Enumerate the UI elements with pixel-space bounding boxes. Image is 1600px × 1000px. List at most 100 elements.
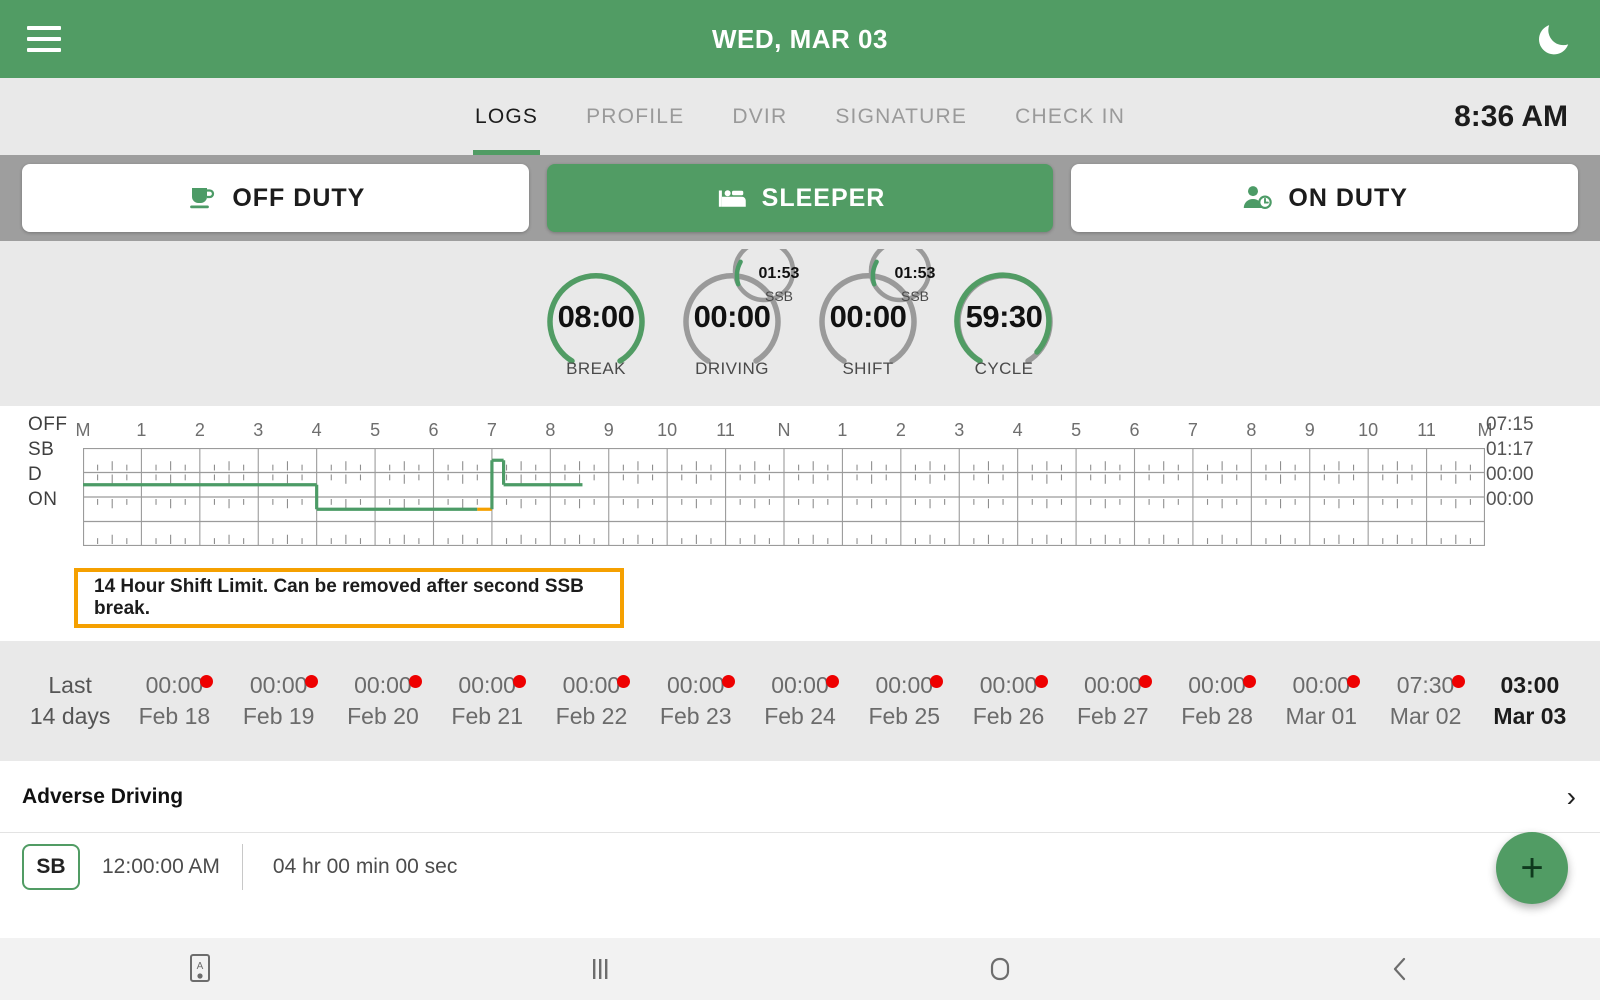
violation-flag-dot bbox=[722, 675, 735, 688]
tab-profile[interactable]: PROFILE bbox=[562, 78, 708, 155]
violation-flag-dot bbox=[930, 675, 943, 688]
tab-logs[interactable]: LOGS bbox=[451, 78, 562, 155]
day-item-7[interactable]: 00:00Feb 25 bbox=[852, 670, 956, 732]
day-item-2[interactable]: 00:00Feb 20 bbox=[331, 670, 435, 732]
adverse-driving-row[interactable]: Adverse Driving › bbox=[0, 761, 1600, 833]
log-entry-duration: 04 hr 00 min 00 sec bbox=[273, 855, 457, 879]
day-item-9[interactable]: 00:00Feb 27 bbox=[1061, 670, 1165, 732]
violation-flag-dot bbox=[826, 675, 839, 688]
log-graph-row-labels: OFF SB D ON bbox=[28, 406, 83, 504]
gauge-cycle-value: 59:30 bbox=[936, 299, 1072, 335]
day-item-11[interactable]: 00:00Mar 01 bbox=[1269, 670, 1373, 732]
hour-tick-19: 7 bbox=[1188, 420, 1198, 441]
svg-text:A: A bbox=[197, 961, 204, 972]
moon-icon[interactable] bbox=[1534, 19, 1574, 59]
tab-dvir[interactable]: DVIR bbox=[708, 78, 811, 155]
day-item-0[interactable]: 00:00Feb 18 bbox=[122, 670, 226, 732]
gauge-driving[interactable]: 01:53 SSB 00:00 DRIVING bbox=[664, 241, 800, 401]
on-duty-label: ON DUTY bbox=[1288, 184, 1408, 213]
hour-tick-5: 5 bbox=[370, 420, 380, 441]
row-total-sb: 01:17 bbox=[1486, 439, 1534, 461]
hour-tick-16: 4 bbox=[1013, 420, 1023, 441]
day-date: Feb 28 bbox=[1165, 701, 1269, 732]
log-graph-grid[interactable] bbox=[83, 448, 1485, 546]
tab-check-in[interactable]: CHECK IN bbox=[991, 78, 1149, 155]
gauge-break-label: BREAK bbox=[528, 359, 664, 379]
violation-flag-dot bbox=[617, 675, 630, 688]
day-item-1[interactable]: 00:00Feb 19 bbox=[227, 670, 331, 732]
hour-tick-6: 6 bbox=[428, 420, 438, 441]
hour-tick-8: 8 bbox=[545, 420, 555, 441]
hos-gauges: 08:00 BREAK 01:53 SSB 00:00 DRIVING 01:5… bbox=[0, 241, 1600, 406]
hour-tick-10: 10 bbox=[657, 420, 677, 441]
day-hours: 07:30 bbox=[1397, 672, 1455, 698]
log-entry-time: 12:00:00 AM bbox=[102, 855, 220, 879]
tab-list: LOGS PROFILE DVIR SIGNATURE CHECK IN bbox=[0, 78, 1600, 155]
day-item-13[interactable]: 03:00Mar 03 bbox=[1478, 670, 1582, 732]
hour-tick-18: 6 bbox=[1129, 420, 1139, 441]
sleeper-button[interactable]: SLEEPER bbox=[547, 164, 1054, 232]
log-entry-status-badge: SB bbox=[22, 844, 80, 890]
row-total-off: 07:15 bbox=[1486, 414, 1534, 436]
chevron-right-icon[interactable]: › bbox=[1567, 781, 1576, 813]
gauge-shift-label: SHIFT bbox=[800, 359, 936, 379]
gauge-driving-value: 00:00 bbox=[664, 299, 800, 335]
person-clock-icon bbox=[1241, 183, 1275, 213]
home-icon[interactable] bbox=[800, 955, 1200, 983]
violation-flag-dot bbox=[1452, 675, 1465, 688]
log-entry-row[interactable]: SB 12:00:00 AM 04 hr 00 min 00 sec bbox=[0, 833, 1600, 901]
day-date: Mar 03 bbox=[1478, 701, 1582, 732]
bed-icon bbox=[715, 183, 749, 213]
hour-tick-21: 9 bbox=[1305, 420, 1315, 441]
day-date: Feb 26 bbox=[956, 701, 1060, 732]
day-date: Feb 19 bbox=[227, 701, 331, 732]
day-item-5[interactable]: 00:00Feb 23 bbox=[644, 670, 748, 732]
back-icon[interactable] bbox=[1200, 955, 1600, 983]
gauge-break[interactable]: 08:00 BREAK bbox=[528, 241, 664, 401]
day-hours: 00:00 bbox=[771, 672, 829, 698]
hour-tick-20: 8 bbox=[1246, 420, 1256, 441]
gauge-driving-label: DRIVING bbox=[664, 359, 800, 379]
tab-signature[interactable]: SIGNATURE bbox=[811, 78, 991, 155]
hour-tick-9: 9 bbox=[604, 420, 614, 441]
hour-tick-11: 11 bbox=[716, 420, 735, 441]
android-navigation-bar: A bbox=[0, 938, 1600, 1000]
hour-tick-7: 7 bbox=[487, 420, 497, 441]
day-hours: 00:00 bbox=[1084, 672, 1142, 698]
day-item-6[interactable]: 00:00Feb 24 bbox=[748, 670, 852, 732]
page-title: WED, MAR 03 bbox=[0, 24, 1600, 55]
day-item-12[interactable]: 07:30Mar 02 bbox=[1373, 670, 1477, 732]
gauge-break-value: 08:00 bbox=[528, 299, 664, 335]
violation-flag-dot bbox=[200, 675, 213, 688]
day-hours: 00:00 bbox=[1293, 672, 1351, 698]
day-item-4[interactable]: 00:00Feb 22 bbox=[539, 670, 643, 732]
on-duty-button[interactable]: ON DUTY bbox=[1071, 164, 1578, 232]
hour-tick-17: 5 bbox=[1071, 420, 1081, 441]
shift-limit-warning: 14 Hour Shift Limit. Can be removed afte… bbox=[74, 568, 624, 628]
off-duty-button[interactable]: OFF DUTY bbox=[22, 164, 529, 232]
day-hours: 00:00 bbox=[667, 672, 725, 698]
day-date: Feb 22 bbox=[539, 701, 643, 732]
screenshot-icon[interactable]: A bbox=[0, 953, 400, 985]
hour-tick-1: 1 bbox=[136, 420, 146, 441]
add-entry-fab[interactable]: + bbox=[1496, 832, 1568, 904]
plus-icon: + bbox=[1520, 848, 1543, 888]
log-graph-hour-axis: M1234567891011N1234567891011M bbox=[83, 414, 1485, 448]
day-hours: 00:00 bbox=[354, 672, 412, 698]
day-item-3[interactable]: 00:00Feb 21 bbox=[435, 670, 539, 732]
hour-tick-12: N bbox=[778, 420, 791, 441]
hour-tick-15: 3 bbox=[954, 420, 964, 441]
gauge-cycle[interactable]: 59:30 CYCLE bbox=[936, 241, 1072, 401]
last-14-days-label: Last 14 days bbox=[18, 670, 122, 732]
recents-icon[interactable] bbox=[400, 955, 800, 983]
violation-flag-dot bbox=[1139, 675, 1152, 688]
hour-tick-4: 4 bbox=[312, 420, 322, 441]
hamburger-menu-icon[interactable] bbox=[27, 26, 61, 52]
day-hours: 00:00 bbox=[980, 672, 1038, 698]
adverse-driving-title: Adverse Driving bbox=[22, 785, 183, 809]
gauge-shift[interactable]: 01:53 SSB 00:00 SHIFT bbox=[800, 241, 936, 401]
day-hours: 00:00 bbox=[875, 672, 933, 698]
day-item-8[interactable]: 00:00 Feb 26 bbox=[956, 670, 1060, 732]
day-item-10[interactable]: 00:00 Feb 28 bbox=[1165, 670, 1269, 732]
day-hours: 00:00 bbox=[1188, 672, 1246, 698]
